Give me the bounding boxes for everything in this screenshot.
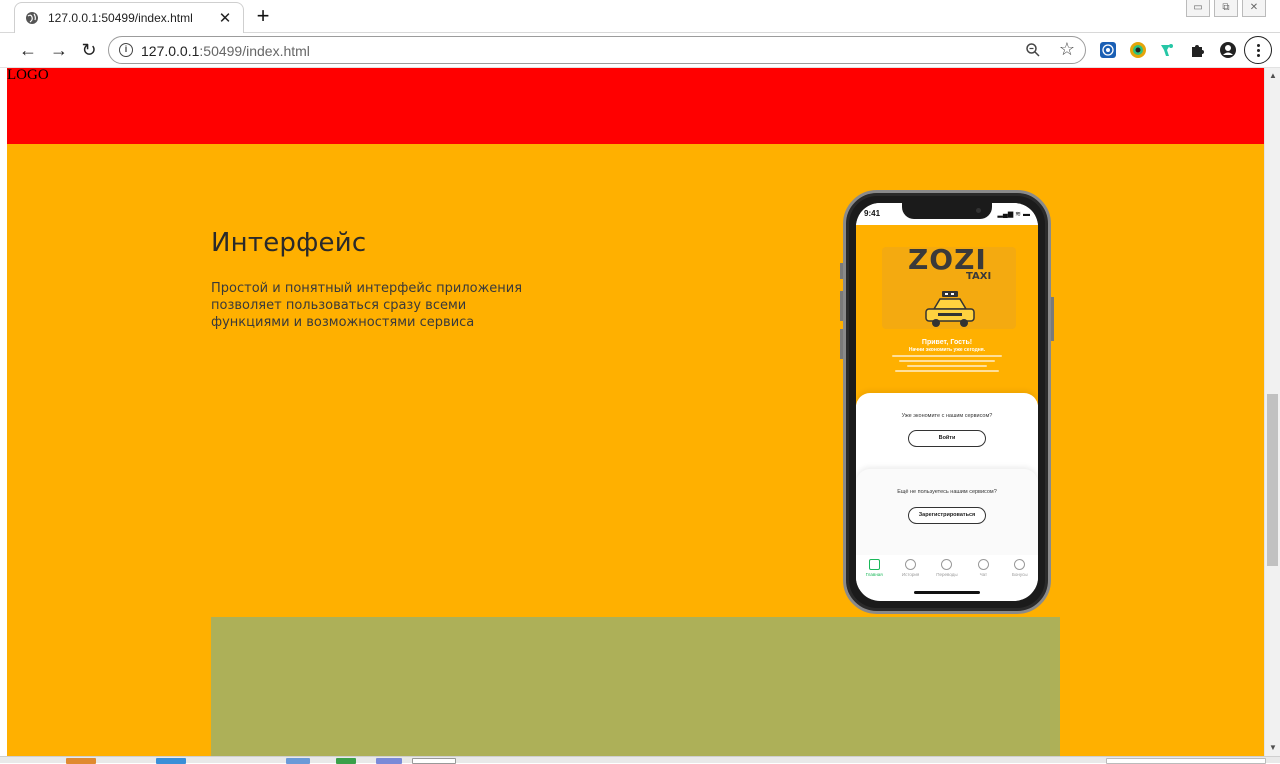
web-page: LOGO Интерфейс Простой и понятный интерф… (7, 68, 1264, 756)
tab-transfers[interactable]: Переводы (930, 559, 964, 589)
ruble-icon (941, 559, 953, 570)
close-window-button[interactable]: ✕ (1242, 0, 1266, 17)
tab-label: Переводы (936, 572, 958, 577)
phone-notch (902, 203, 992, 219)
app-tab-bar: Главная История Переводы Чат Бонусы (856, 555, 1038, 589)
browser-tab-active[interactable]: 127.0.0.1:50499/index.html ✕ (14, 2, 244, 33)
os-taskbar (0, 756, 1280, 764)
tab-label: Чат (979, 572, 988, 577)
site-info-icon[interactable]: i (119, 43, 133, 57)
taskbar-app-icon[interactable] (336, 758, 356, 764)
tab-chat[interactable]: Чат (966, 559, 1000, 589)
taskbar-app-icon[interactable] (286, 758, 310, 764)
phone-side-button (840, 329, 843, 359)
browser-menu-icon[interactable] (1244, 36, 1272, 64)
tab-strip: 127.0.0.1:50499/index.html ✕ + ▭ ⧉ ✕ (0, 0, 1280, 33)
puzzle-extension-icon[interactable] (1189, 41, 1207, 59)
status-time: 9:41 (864, 209, 881, 218)
home-icon (868, 559, 880, 570)
bird-extension-icon[interactable] (1158, 41, 1176, 59)
back-button[interactable]: ← (18, 40, 38, 60)
taskbar-app-icon[interactable] (156, 758, 186, 764)
gift-icon (1014, 559, 1026, 570)
tab-label: История (901, 572, 920, 577)
globe-icon (26, 12, 38, 24)
greeting-subtitle: Начни экономить уже сегодня. (908, 347, 986, 353)
url-path: :50499/index.html (199, 43, 310, 59)
color-picker-extension-icon[interactable] (1129, 41, 1147, 59)
status-icons: ▂▄▆ ≋ ▬ (997, 211, 1030, 218)
site-logo[interactable]: LOGO (7, 68, 49, 84)
minimize-button[interactable]: ▭ (1186, 0, 1210, 17)
page-scrollbar[interactable]: ▲ ▼ (1264, 68, 1280, 756)
login-card: Уже экономите с нашим сервисом? Войти (856, 393, 1038, 481)
window-controls: ▭ ⧉ ✕ (1186, 0, 1266, 17)
tab-home[interactable]: Главная (857, 559, 891, 589)
scroll-down-arrow-icon[interactable]: ▼ (1265, 740, 1280, 756)
home-indicator (914, 591, 980, 594)
zoom-icon[interactable] (1025, 42, 1041, 58)
olive-content-block (211, 617, 1060, 756)
taskbar-app-icon[interactable] (66, 758, 96, 764)
phone-mockup: 9:41 ▂▄▆ ≋ ▬ ZOZI TAXI Привет, Гость! На… (840, 190, 1054, 614)
url-text[interactable]: 127.0.0.1:50499/index.html (141, 43, 310, 59)
new-tab-button[interactable]: + (254, 5, 272, 27)
profile-icon[interactable] (1219, 41, 1237, 59)
bookmark-star-icon[interactable]: ☆ (1059, 39, 1075, 60)
tab-label: Главная (865, 572, 883, 577)
forward-button[interactable]: → (49, 40, 69, 60)
scroll-up-arrow-icon[interactable]: ▲ (1265, 68, 1280, 84)
taxi-car-icon (925, 291, 975, 327)
history-icon (905, 559, 917, 570)
section-title: Интерфейс (211, 228, 367, 258)
camera-icon (976, 208, 981, 213)
section-description: Простой и понятный интерфейс приложения … (211, 281, 523, 330)
scrollbar-thumb[interactable] (1267, 393, 1278, 566)
register-card: Ещё не пользуетесь нашим сервисом? Зарег… (856, 469, 1038, 555)
greeting-title: Привет, Гость! (921, 339, 973, 346)
reload-button[interactable]: ↻ (79, 40, 99, 60)
phone-screen: 9:41 ▂▄▆ ≋ ▬ ZOZI TAXI Привет, Гость! На… (856, 203, 1038, 601)
target-extension-icon[interactable] (1099, 41, 1117, 59)
app-brand-sub: TAXI (966, 271, 992, 282)
tab-title: 127.0.0.1:50499/index.html (48, 11, 193, 25)
restore-button[interactable]: ⧉ (1214, 0, 1238, 17)
phone-side-button (840, 263, 843, 279)
url-host: 127.0.0.1 (141, 43, 200, 59)
greeting-fine-print (886, 355, 1008, 375)
tab-bonuses[interactable]: Бонусы (1003, 559, 1037, 589)
taskbar-tray[interactable] (1106, 758, 1266, 764)
tab-label: Бонусы (1011, 572, 1028, 577)
chat-icon (977, 559, 989, 570)
interface-section: Интерфейс Простой и понятный интерфейс п… (7, 144, 1264, 756)
register-button[interactable]: Зарегистрироваться (908, 507, 986, 524)
page-viewport: LOGO Интерфейс Простой и понятный интерф… (0, 68, 1280, 756)
address-bar[interactable]: i 127.0.0.1:50499/index.html ☆ (108, 36, 1086, 64)
login-button[interactable]: Войти (908, 430, 986, 447)
tab-history[interactable]: История (894, 559, 928, 589)
phone-side-button (1051, 297, 1054, 341)
login-question: Уже экономите с нашим сервисом? (901, 413, 993, 419)
taskbar-app-icon[interactable] (376, 758, 402, 764)
phone-side-button (840, 291, 843, 321)
site-header: LOGO (7, 68, 1264, 144)
tab-close-icon[interactable]: ✕ (217, 9, 233, 27)
taskbar-app-icon[interactable] (412, 758, 456, 764)
browser-toolbar: ← → ↻ i 127.0.0.1:50499/index.html ☆ (0, 33, 1280, 68)
register-question: Ещё не пользуетесь нашим сервисом? (897, 489, 997, 495)
